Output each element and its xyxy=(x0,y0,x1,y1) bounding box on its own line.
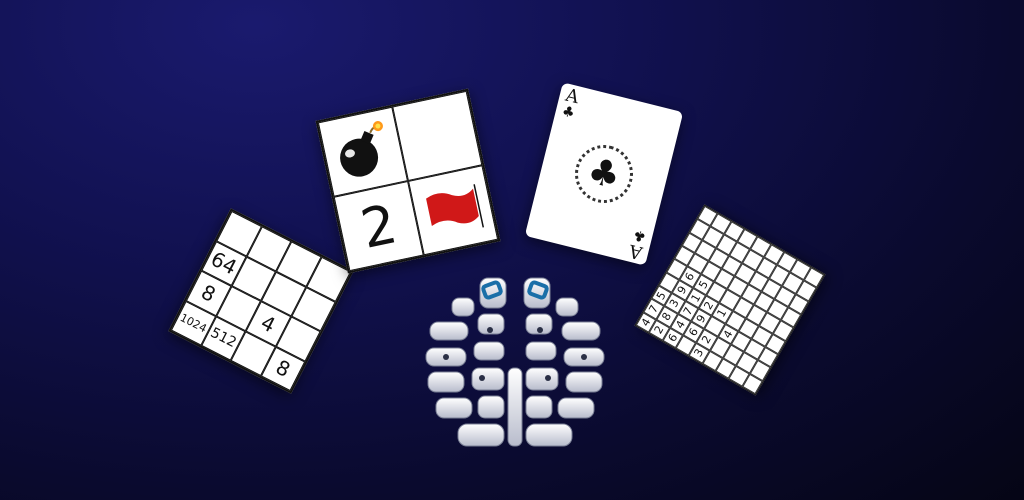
sudoku-grid: 47528396647156923214 xyxy=(634,204,826,396)
grid-2048: 64 8 4 1024 512 8 xyxy=(168,208,354,394)
bomb-icon xyxy=(340,121,383,177)
mine-count: 2 xyxy=(355,191,403,261)
brain-logo-icon xyxy=(425,277,605,447)
sudoku-tile[interactable]: 47528396647156923214 xyxy=(634,204,826,396)
minesweeper-grid: 2 xyxy=(315,88,501,274)
flag-icon xyxy=(426,184,485,228)
flag-cell xyxy=(408,165,499,256)
card-corner-top: A ♣ xyxy=(560,84,582,122)
playing-card[interactable]: A ♣ ♣ A ♣ xyxy=(524,82,684,266)
minesweeper-tile[interactable]: 2 xyxy=(315,88,501,274)
card-corner-bottom: A ♣ xyxy=(626,226,648,264)
game-2048-tile[interactable]: 64 8 4 1024 512 8 xyxy=(168,208,354,394)
